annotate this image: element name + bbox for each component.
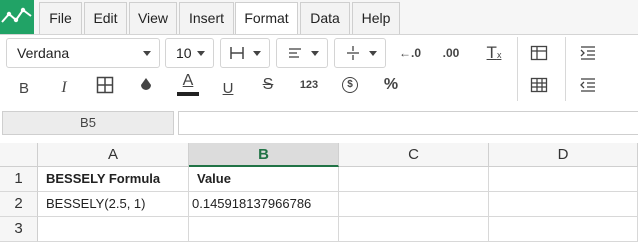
vertical-align-select[interactable] bbox=[334, 38, 386, 68]
font-family-select[interactable]: Verdana bbox=[6, 38, 160, 68]
menu-file[interactable]: File bbox=[39, 2, 82, 35]
increase-decimal-button[interactable]: .00 bbox=[436, 38, 466, 68]
chevron-down-icon bbox=[197, 51, 205, 56]
column-header-b[interactable]: B bbox=[189, 143, 339, 167]
borders-select[interactable] bbox=[220, 38, 270, 68]
strike-label: S bbox=[262, 76, 274, 93]
table-icon bbox=[530, 45, 548, 61]
text-color-label: A bbox=[182, 71, 194, 89]
row-header-2[interactable]: 2 bbox=[0, 192, 38, 217]
underline-label: U bbox=[222, 79, 234, 97]
underline-button[interactable]: U bbox=[213, 73, 243, 103]
clear-formatting-button[interactable]: Tx bbox=[479, 38, 509, 68]
menu-edit[interactable]: Edit bbox=[84, 2, 127, 35]
format-toolbar: Verdana 10 ←.0 .00 Tx B I A U S 123 $ % bbox=[0, 35, 638, 107]
menu-view[interactable]: View bbox=[129, 2, 177, 35]
cell-b2[interactable]: 0.145918137966786 bbox=[189, 192, 339, 217]
indent-increase-button[interactable] bbox=[573, 38, 603, 68]
cell-c2[interactable] bbox=[339, 192, 489, 217]
strikethrough-button[interactable]: S bbox=[253, 70, 283, 100]
number-format-button[interactable]: 123 bbox=[294, 70, 324, 100]
align-select[interactable] bbox=[276, 38, 328, 68]
bold-button[interactable]: B bbox=[9, 73, 39, 103]
select-all-corner[interactable] bbox=[0, 143, 38, 167]
menu-insert[interactable]: Insert bbox=[179, 2, 234, 35]
name-box[interactable]: B5 bbox=[2, 111, 174, 135]
currency-format-button[interactable]: $ bbox=[335, 70, 365, 100]
indent-decrease-button[interactable] bbox=[573, 70, 603, 100]
indent-decrease-icon bbox=[580, 78, 595, 92]
currency-icon: $ bbox=[342, 77, 358, 93]
percent-label: % bbox=[383, 76, 399, 93]
cell-a3[interactable] bbox=[38, 217, 189, 242]
chevron-down-icon bbox=[253, 51, 261, 56]
italic-label: I bbox=[61, 79, 67, 96]
app-logo[interactable] bbox=[0, 0, 34, 34]
column-header-a[interactable]: A bbox=[38, 143, 189, 167]
cell-a2[interactable]: BESSELY(2.5, 1) bbox=[38, 192, 189, 217]
column-header-c[interactable]: C bbox=[339, 143, 489, 167]
indent-increase-icon bbox=[580, 46, 595, 60]
cell-c3[interactable] bbox=[339, 217, 489, 242]
toolbar-separator bbox=[517, 37, 518, 101]
row-header-3[interactable]: 3 bbox=[0, 217, 38, 242]
italic-button[interactable]: I bbox=[49, 73, 79, 103]
borders-button[interactable] bbox=[90, 70, 120, 100]
vertical-align-icon bbox=[347, 46, 359, 60]
text-color-button[interactable]: A bbox=[173, 69, 203, 99]
borders-icon bbox=[96, 76, 114, 94]
cell-a1[interactable]: BESSELY Formula bbox=[38, 167, 189, 192]
fill-color-button[interactable] bbox=[131, 70, 161, 100]
chevron-down-icon bbox=[311, 51, 319, 56]
cell-d3[interactable] bbox=[489, 217, 638, 242]
font-family-value: Verdana bbox=[17, 45, 70, 61]
decrease-decimal-button[interactable]: ←.0 bbox=[395, 38, 425, 68]
bold-label: B bbox=[18, 79, 29, 97]
fill-color-icon bbox=[141, 78, 151, 90]
table-grid-button[interactable] bbox=[524, 70, 554, 100]
menu-data[interactable]: Data bbox=[300, 2, 350, 35]
menu-help[interactable]: Help bbox=[352, 2, 400, 35]
menu-format[interactable]: Format bbox=[235, 2, 298, 36]
formula-input[interactable] bbox=[178, 111, 638, 135]
number-format-label: 123 bbox=[299, 79, 319, 91]
chevron-down-icon bbox=[369, 51, 377, 56]
align-left-icon bbox=[289, 48, 301, 58]
menu-bar: File Edit View Insert Format Data Help bbox=[0, 0, 638, 36]
cell-d1[interactable] bbox=[489, 167, 638, 192]
row-header-1[interactable]: 1 bbox=[0, 167, 38, 192]
font-size-select[interactable]: 10 bbox=[165, 38, 214, 68]
cell-b3[interactable] bbox=[189, 217, 339, 242]
decrease-decimal-icon: ←.0 bbox=[398, 46, 421, 60]
increase-decimal-icon: .00 bbox=[442, 46, 460, 60]
clear-format-icon: Tx bbox=[486, 43, 502, 62]
percent-format-button[interactable]: % bbox=[376, 70, 406, 100]
text-color-swatch bbox=[177, 91, 199, 96]
cell-b1[interactable]: Value bbox=[189, 167, 339, 192]
column-header-d[interactable]: D bbox=[489, 143, 638, 167]
table-format-button[interactable] bbox=[524, 38, 554, 68]
toolbar-separator bbox=[565, 37, 566, 101]
cell-c1[interactable] bbox=[339, 167, 489, 192]
font-size-value: 10 bbox=[176, 45, 192, 61]
cell-d2[interactable] bbox=[489, 192, 638, 217]
border-icon bbox=[230, 47, 244, 59]
grid-icon bbox=[530, 77, 548, 93]
chevron-down-icon bbox=[143, 51, 151, 56]
spreadsheet-grid: A B C D 1 BESSELY Formula Value 2 BESSEL… bbox=[0, 143, 638, 243]
